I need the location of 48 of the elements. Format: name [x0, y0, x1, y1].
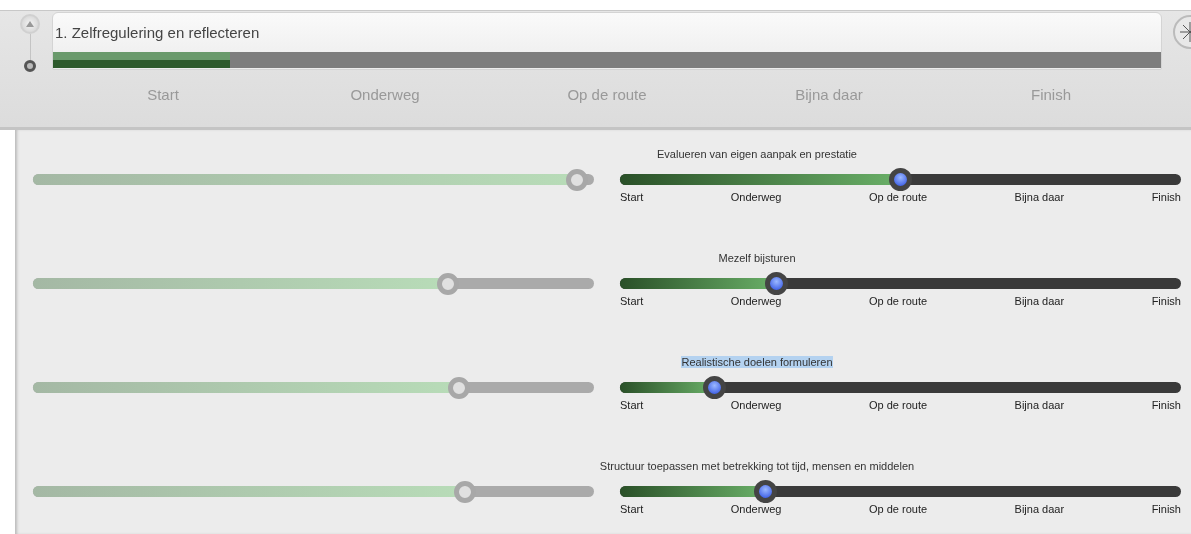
stage-label: Finish: [1151, 191, 1181, 203]
stage-label: Op de route: [869, 503, 928, 515]
stage-label: Onderweg: [730, 503, 782, 515]
slider-thumb[interactable]: [566, 169, 589, 191]
level-slider[interactable]: [620, 480, 1181, 503]
previous-level-slider[interactable]: [33, 168, 594, 191]
stage-label: Op de route: [567, 86, 647, 103]
skill-title: Structuur toepassen met betrekking tot tijd, mensen en middelen: [599, 460, 915, 472]
skill-title: Realistische doelen formuleren: [681, 356, 833, 368]
stage-label: Bijna daar: [1014, 295, 1065, 307]
previous-level-slider[interactable]: [33, 376, 594, 399]
slider-thumb[interactable]: [888, 168, 912, 191]
level-slider[interactable]: [620, 168, 1181, 191]
stage-label: Onderweg: [350, 86, 420, 103]
skill-title: Mezelf bijsturen: [718, 252, 796, 264]
previous-level-slider[interactable]: [33, 272, 594, 295]
stage-label: Onderweg: [730, 295, 782, 307]
stage-label: Start: [620, 399, 644, 411]
stage-label: Start: [147, 86, 179, 103]
slider-thumb[interactable]: [703, 376, 727, 399]
previous-level-slider[interactable]: [33, 480, 594, 503]
stage-label: Bijna daar: [1014, 399, 1065, 411]
slider-thumb[interactable]: [765, 272, 789, 295]
stage-label: Finish: [1151, 399, 1181, 411]
stage-label: Bijna daar: [1014, 503, 1065, 515]
stage-label: Op de route: [869, 295, 928, 307]
stage-label: Onderweg: [730, 191, 782, 203]
up-arrow-icon: [26, 21, 34, 27]
level-slider[interactable]: [620, 376, 1181, 399]
slider-thumb[interactable]: [753, 480, 777, 503]
stage-label: Op de route: [869, 399, 928, 411]
stage-label: Start: [620, 295, 644, 307]
slider-thumb[interactable]: [453, 481, 476, 503]
stage-label: Onderweg: [730, 399, 782, 411]
skill-title: Evalueren van eigen aanpak en prestatie: [657, 148, 857, 160]
stage-label: Op de route: [869, 191, 928, 203]
stage-label: Bijna daar: [795, 86, 863, 103]
stage-label: Bijna daar: [1014, 191, 1065, 203]
stage-label: Finish: [1031, 86, 1071, 103]
scroll-up-button[interactable]: [20, 14, 40, 34]
stage-label: Finish: [1151, 503, 1181, 515]
slider-thumb[interactable]: [437, 273, 460, 295]
stage-label: Start: [620, 503, 644, 515]
level-slider[interactable]: [620, 272, 1181, 295]
stage-label: Finish: [1151, 295, 1181, 307]
slider-thumb[interactable]: [448, 377, 471, 399]
stage-label: Start: [620, 191, 644, 203]
category-title: 1. Zelfregulering en reflecteren: [54, 23, 261, 43]
